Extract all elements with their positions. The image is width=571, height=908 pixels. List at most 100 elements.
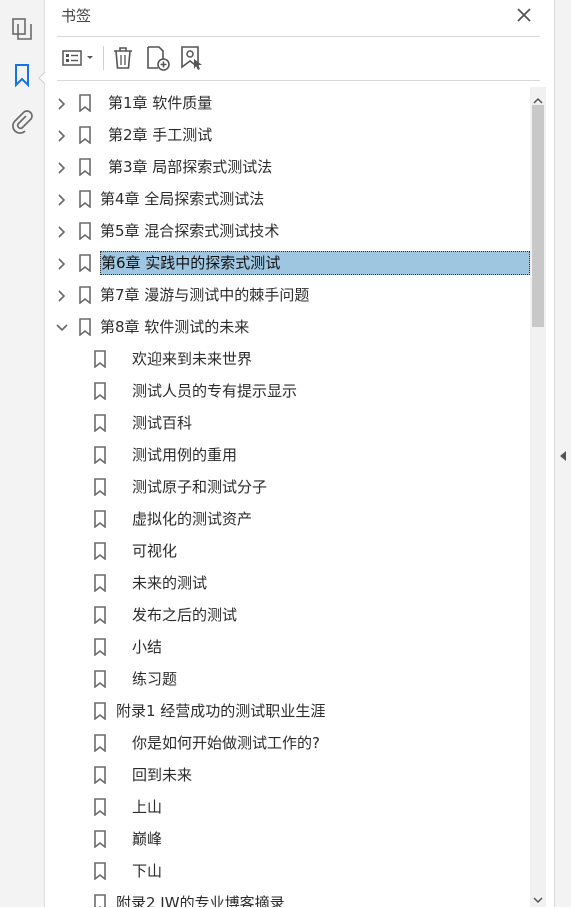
bookmark-item[interactable]: 第3章 局部探索式测试法 — [45, 151, 530, 183]
bookmark-item[interactable]: 第1章 软件质量 — [45, 87, 530, 119]
bookmark-icon — [93, 798, 107, 817]
bookmark-item[interactable]: 第7章 漫游与测试中的棘手问题 — [45, 279, 530, 311]
pages-icon[interactable] — [9, 16, 35, 42]
bookmark-item[interactable]: 你是如何开始做测试工作的? — [45, 727, 530, 759]
chevron-right-icon[interactable] — [55, 288, 69, 302]
bookmark-label: 你是如何开始做测试工作的? — [132, 734, 320, 752]
bookmark-icon — [78, 158, 92, 177]
options-menu-button[interactable] — [60, 44, 98, 72]
bookmark-item[interactable]: 第2章 手工测试 — [45, 119, 530, 151]
options-menu-icon — [62, 50, 93, 66]
bookmark-label: 第8章 软件测试的未来 — [100, 318, 250, 336]
bookmark-label: 测试原子和测试分子 — [132, 478, 268, 496]
bookmark-icon — [93, 670, 107, 689]
chevron-right-icon[interactable] — [55, 96, 69, 110]
bookmark-item[interactable]: 欢迎来到未来世界 — [45, 343, 530, 375]
chevron-right-icon[interactable] — [55, 192, 69, 206]
bookmark-icon — [93, 638, 107, 657]
bookmark-label: 测试用例的重用 — [132, 446, 238, 464]
bookmark-item[interactable]: 发布之后的测试 — [45, 599, 530, 631]
bookmark-icon — [78, 286, 92, 305]
bookmark-item[interactable]: 第6章 实践中的探索式测试 — [45, 247, 530, 279]
bookmark-label: 附录2 JW的专业博客摘录 — [116, 894, 285, 907]
chevron-down-icon[interactable] — [55, 320, 69, 334]
bookmark-label: 第1章 软件质量 — [108, 94, 213, 112]
chevron-right-icon[interactable] — [55, 160, 69, 174]
header-divider — [57, 36, 540, 37]
bookmark-icon — [93, 542, 107, 561]
bookmark-label: 第7章 漫游与测试中的棘手问题 — [100, 286, 310, 304]
bookmark-icon — [93, 350, 107, 369]
new-bookmark-button[interactable] — [145, 44, 171, 72]
new-bookmark-from-structure-icon — [181, 46, 202, 70]
bookmark-icon — [78, 254, 92, 273]
vertical-scrollbar[interactable] — [530, 87, 546, 907]
chevron-right-icon[interactable] — [55, 256, 69, 270]
bookmark-icon — [78, 190, 92, 209]
bookmark-icon — [93, 446, 107, 465]
bookmark-item[interactable]: 未来的测试 — [45, 567, 530, 599]
bookmark-label: 第2章 手工测试 — [108, 126, 213, 144]
close-icon[interactable] — [514, 5, 534, 25]
bookmark-icon — [93, 510, 107, 529]
bookmark-label: 回到未来 — [132, 766, 193, 784]
panel-title: 书签 — [61, 7, 92, 25]
delete-bookmark-button[interactable] — [111, 44, 135, 72]
collapse-arrow-icon[interactable] — [559, 447, 567, 466]
scrollbar-thumb[interactable] — [532, 105, 544, 327]
bookmark-label: 测试百科 — [132, 414, 193, 432]
new-bookmark-from-structure-button[interactable] — [179, 44, 205, 72]
bookmark-label: 虚拟化的测试资产 — [132, 510, 253, 528]
bookmark-tree: 第1章 软件质量 第2章 手工测试第3章 局部探索式测试法第4章 全局探索式测试法… — [45, 87, 530, 907]
panel-collapse-strip[interactable] — [554, 0, 571, 907]
bookmark-item[interactable]: 可视化 — [45, 535, 530, 567]
bookmark-icon — [93, 574, 107, 593]
bookmark-item[interactable]: 测试百科 — [45, 407, 530, 439]
bookmark-icon — [93, 894, 107, 907]
chevron-right-icon[interactable] — [55, 224, 69, 238]
delete-icon — [114, 47, 132, 69]
bookmark-item[interactable]: 第5章 混合探索式测试技术 — [45, 215, 530, 247]
new-bookmark-icon — [147, 46, 170, 71]
bookmarks-panel: 书签 第1章 软件质量 第2章 手工测试 第3章 局部探索式测试法 第4章 全局… — [45, 0, 554, 907]
bookmark-label: 可视化 — [132, 542, 178, 560]
bookmark-item[interactable]: 小结 — [45, 631, 530, 663]
bookmark-icon — [78, 222, 92, 241]
bookmark-icon — [93, 414, 107, 433]
bookmark-icon — [93, 766, 107, 785]
bookmark-label: 第4章 全局探索式测试法 — [100, 190, 265, 208]
attachment-icon[interactable] — [9, 108, 35, 134]
bookmark-item[interactable]: 测试原子和测试分子 — [45, 471, 530, 503]
bookmark-item[interactable]: 回到未来 — [45, 759, 530, 791]
bookmark-item[interactable]: 附录2 JW的专业博客摘录 — [45, 887, 530, 907]
bookmark-label: 未来的测试 — [132, 574, 208, 592]
bookmark-item[interactable]: 附录1 经营成功的测试职业生涯 — [45, 695, 530, 727]
chevron-right-icon[interactable] — [55, 128, 69, 142]
bookmark-label: 练习题 — [132, 670, 178, 688]
bookmark-item[interactable]: 练习题 — [45, 663, 530, 695]
bookmark-item[interactable]: 虚拟化的测试资产 — [45, 503, 530, 535]
toolbar-separator — [103, 46, 104, 70]
bookmark-label: 下山 — [132, 862, 163, 880]
bookmark-icon[interactable] — [9, 62, 35, 88]
bookmark-label: 巅峰 — [132, 830, 163, 848]
navigation-rail — [0, 0, 46, 907]
bookmark-item[interactable]: 巅峰 — [45, 823, 530, 855]
bookmark-icon — [93, 702, 107, 721]
bookmark-label: 欢迎来到未来世界 — [132, 350, 253, 368]
bookmark-item[interactable]: 上山 — [45, 791, 530, 823]
bookmark-item[interactable]: 第8章 软件测试的未来 — [45, 311, 530, 343]
bookmark-item[interactable]: 下山 — [45, 855, 530, 887]
bookmark-item[interactable]: 测试人员的专有提示显示 — [45, 375, 530, 407]
bookmark-icon — [93, 830, 107, 849]
bookmark-label: 第5章 混合探索式测试技术 — [100, 222, 280, 240]
bookmark-item[interactable]: 第4章 全局探索式测试法 — [45, 183, 530, 215]
bookmark-label: 第3章 局部探索式测试法 — [108, 158, 273, 176]
scroll-down-icon[interactable] — [533, 889, 543, 908]
bookmark-icon — [93, 606, 107, 625]
bookmark-icon — [78, 94, 92, 113]
bookmark-label: 第6章 实践中的探索式测试 — [100, 251, 530, 275]
bookmark-icon — [78, 318, 92, 337]
bookmark-icon — [93, 382, 107, 401]
bookmark-item[interactable]: 测试用例的重用 — [45, 439, 530, 471]
